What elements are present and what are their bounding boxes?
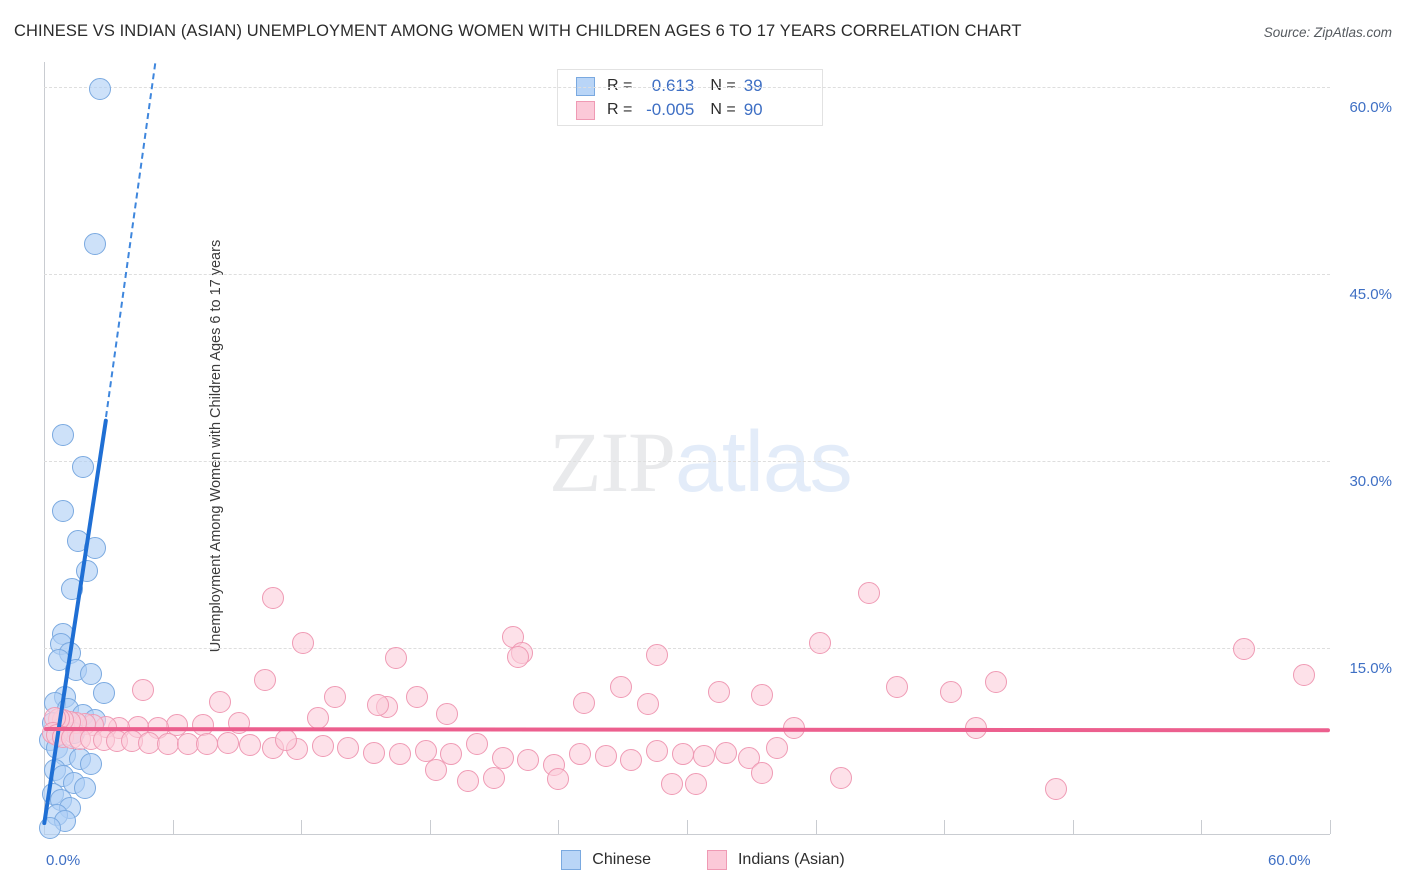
- source-attribution: Source: ZipAtlas.com: [1263, 25, 1392, 40]
- data-point-pink[interactable]: [208, 690, 231, 713]
- data-point-pink[interactable]: [491, 746, 514, 769]
- r-label-indians: R =: [607, 101, 633, 118]
- data-point-pink[interactable]: [660, 772, 683, 795]
- y-tick-label: 60.0%: [1349, 98, 1392, 116]
- gridline-y: [44, 647, 1330, 649]
- data-point-pink[interactable]: [573, 691, 596, 714]
- n-label-indians: N =: [710, 101, 736, 118]
- stats-legend: R = 0.613 N = 39 R = -0.005 N = 90: [557, 69, 823, 126]
- data-point-blue[interactable]: [71, 456, 94, 479]
- x-tick-label: 0.0%: [46, 852, 81, 869]
- data-point-pink[interactable]: [714, 741, 737, 764]
- x-tick: [1201, 820, 1203, 834]
- x-tick: [558, 820, 560, 834]
- x-tick: [301, 820, 303, 834]
- data-point-pink[interactable]: [506, 645, 529, 668]
- series-label-indians: Indians (Asian): [737, 851, 845, 868]
- data-point-pink[interactable]: [594, 745, 617, 768]
- series-legend-item-indians[interactable]: Indians (Asian): [706, 850, 845, 870]
- data-point-pink[interactable]: [311, 735, 334, 758]
- data-point-pink[interactable]: [939, 680, 962, 703]
- gridline-y: [44, 86, 1330, 88]
- data-point-pink[interactable]: [483, 766, 506, 789]
- x-tick: [429, 820, 431, 834]
- series-swatch-chinese: [561, 850, 582, 870]
- data-point-pink[interactable]: [435, 703, 458, 726]
- data-point-blue[interactable]: [52, 499, 75, 522]
- data-point-pink[interactable]: [671, 742, 694, 765]
- series-label-chinese: Chinese: [592, 851, 651, 868]
- data-point-pink[interactable]: [830, 766, 853, 789]
- x-axis-line: [44, 834, 1330, 835]
- data-point-pink[interactable]: [465, 732, 488, 755]
- data-point-pink[interactable]: [808, 631, 831, 654]
- data-point-pink[interactable]: [363, 741, 386, 764]
- x-tick: [1072, 820, 1074, 834]
- gridline-y: [44, 273, 1330, 275]
- y-tick-label: 30.0%: [1349, 472, 1392, 490]
- y-tick-label: 15.0%: [1349, 659, 1392, 677]
- data-point-pink[interactable]: [405, 685, 428, 708]
- data-point-pink[interactable]: [131, 679, 154, 702]
- data-point-pink[interactable]: [384, 646, 407, 669]
- data-point-pink[interactable]: [388, 742, 411, 765]
- series-legend-item-chinese[interactable]: Chinese: [561, 850, 651, 870]
- data-point-pink[interactable]: [217, 731, 240, 754]
- data-point-pink[interactable]: [1044, 777, 1067, 800]
- data-point-pink[interactable]: [568, 742, 591, 765]
- series-swatch-indians: [706, 850, 727, 870]
- data-point-blue[interactable]: [52, 423, 75, 446]
- n-value-indians: 90: [743, 100, 763, 119]
- legend-swatch-indians: [576, 100, 595, 120]
- data-point-pink[interactable]: [253, 669, 276, 692]
- series-legend: Chinese Indians (Asian): [0, 850, 1406, 870]
- stats-legend-row-indians: R = -0.005 N = 90: [576, 97, 763, 123]
- data-point-pink[interactable]: [324, 685, 347, 708]
- x-tick: [815, 820, 817, 834]
- data-point-pink[interactable]: [609, 675, 632, 698]
- r-value-indians: -0.005: [646, 100, 695, 119]
- data-point-blue[interactable]: [73, 776, 96, 799]
- data-point-pink[interactable]: [751, 761, 774, 784]
- data-point-blue[interactable]: [93, 681, 115, 704]
- gridline-y: [44, 460, 1330, 462]
- data-point-pink[interactable]: [238, 734, 261, 757]
- x-tick: [944, 820, 946, 834]
- data-point-pink[interactable]: [766, 736, 789, 759]
- data-point-pink[interactable]: [307, 706, 330, 729]
- data-point-pink[interactable]: [886, 675, 909, 698]
- x-tick: [1330, 820, 1331, 834]
- data-point-pink[interactable]: [984, 670, 1007, 693]
- page-title: CHINESE VS INDIAN (ASIAN) UNEMPLOYMENT A…: [14, 22, 1022, 40]
- data-point-pink[interactable]: [195, 732, 218, 755]
- y-tick-label: 45.0%: [1349, 285, 1392, 303]
- data-point-blue[interactable]: [88, 78, 111, 101]
- x-tick: [172, 820, 174, 834]
- chart-root: CHINESE VS INDIAN (ASIAN) UNEMPLOYMENT A…: [0, 0, 1406, 892]
- x-tick: [687, 820, 688, 834]
- data-point-pink[interactable]: [684, 772, 707, 795]
- x-tick-label: 60.0%: [1268, 852, 1311, 869]
- data-point-pink[interactable]: [708, 680, 731, 703]
- data-point-blue[interactable]: [80, 752, 103, 775]
- data-point-pink[interactable]: [337, 736, 360, 759]
